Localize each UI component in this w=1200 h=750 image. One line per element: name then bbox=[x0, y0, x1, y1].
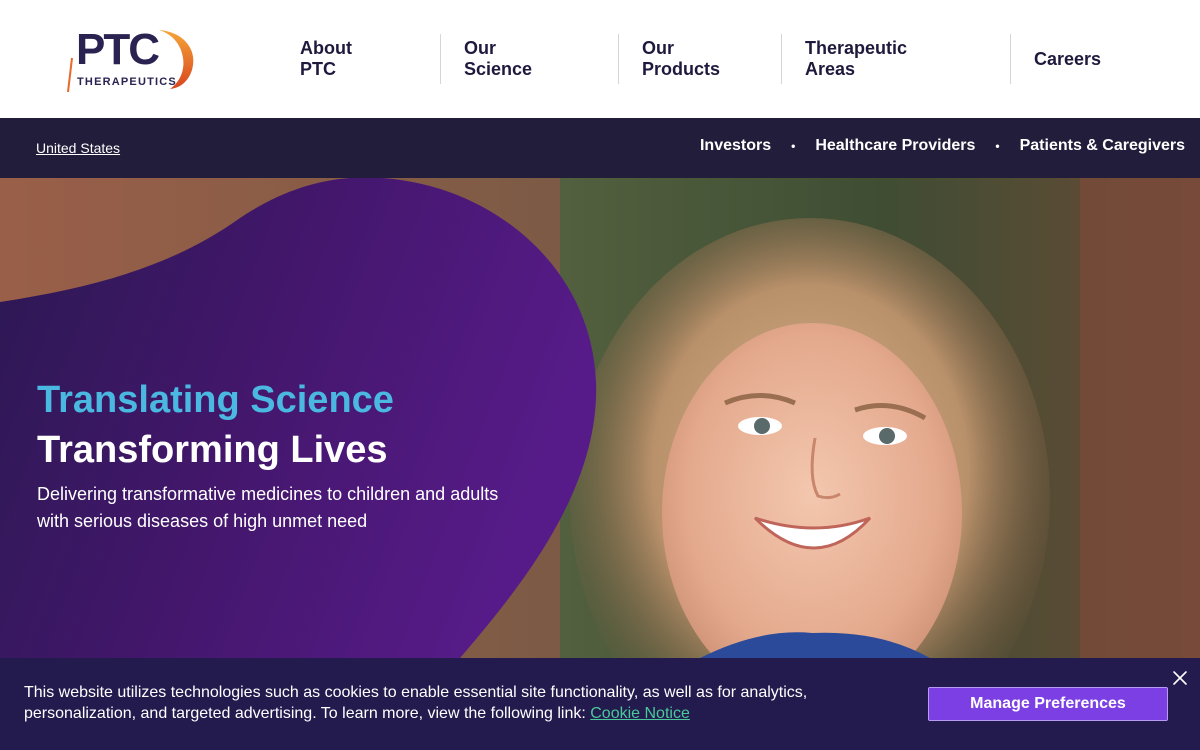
audience-nav: Investors • Healthcare Providers • Patie… bbox=[700, 137, 1185, 155]
nav-our-science[interactable]: Our Science bbox=[440, 34, 618, 84]
cookie-banner: This website utilizes technologies such … bbox=[0, 658, 1200, 750]
nav-label: Our Products bbox=[642, 38, 721, 79]
nav-therapeutic-areas[interactable]: Therapeutic Areas bbox=[781, 34, 1010, 84]
close-icon[interactable] bbox=[1171, 669, 1189, 687]
manage-preferences-button[interactable]: Manage Preferences bbox=[928, 687, 1168, 721]
hero-headline-secondary: Transforming Lives bbox=[37, 429, 388, 471]
site-header: PTC THERAPEUTICS About PTC Our Science O… bbox=[0, 0, 1200, 118]
nav-label: Our Science bbox=[464, 38, 533, 79]
ptc-logo[interactable]: PTC THERAPEUTICS bbox=[64, 26, 198, 94]
hero-headline-primary: Translating Science bbox=[37, 379, 394, 421]
nav-label: Therapeutic Areas bbox=[805, 38, 908, 79]
nav-our-products[interactable]: Our Products bbox=[618, 34, 781, 84]
hero-subtext: Delivering transformative medicines to c… bbox=[37, 484, 499, 531]
audience-healthcare-providers-link[interactable]: Healthcare Providers bbox=[815, 137, 975, 155]
main-nav: About PTC Our Science Our Products Thera… bbox=[282, 34, 1130, 84]
audience-investors-link[interactable]: Investors bbox=[700, 137, 771, 155]
utility-bar: United States Investors • Healthcare Pro… bbox=[0, 118, 1200, 178]
separator-dot: • bbox=[995, 139, 1000, 153]
nav-careers[interactable]: Careers bbox=[1010, 34, 1130, 84]
logo-subtitle: THERAPEUTICS bbox=[77, 76, 177, 88]
nav-label: About PTC bbox=[300, 38, 352, 79]
nav-about-ptc[interactable]: About PTC bbox=[282, 34, 440, 84]
cookie-message: This website utilizes technologies such … bbox=[24, 682, 864, 724]
cookie-notice-link[interactable]: Cookie Notice bbox=[590, 705, 690, 722]
hero-section: Translating Science Transforming Lives D… bbox=[0, 178, 1200, 658]
separator-dot: • bbox=[791, 139, 796, 153]
audience-patients-caregivers-link[interactable]: Patients & Caregivers bbox=[1020, 137, 1185, 155]
region-selector-link[interactable]: United States bbox=[36, 140, 120, 156]
logo-wordmark: PTC bbox=[76, 25, 160, 74]
nav-label: Careers bbox=[1034, 48, 1102, 69]
